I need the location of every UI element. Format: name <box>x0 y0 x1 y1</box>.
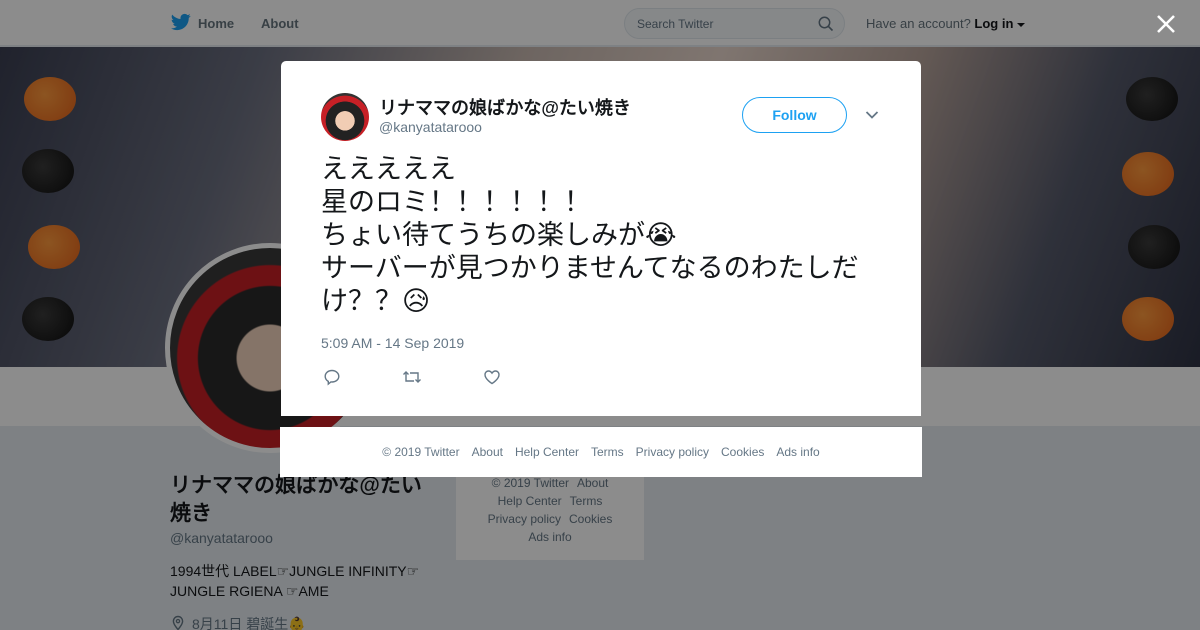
modal-footer: © 2019 Twitter About Help Center Terms P… <box>280 427 922 477</box>
tweet-modal: リナママの娘ばかな@たい焼き @kanyatatarooo Follow えええ… <box>281 61 921 416</box>
tweet-author-handle[interactable]: @kanyatatarooo <box>379 119 482 135</box>
tweet-timestamp[interactable]: 5:09 AM - 14 Sep 2019 <box>321 335 464 351</box>
tweet-author-name[interactable]: リナママの娘ばかな@たい焼き <box>379 94 631 120</box>
reply-icon[interactable] <box>321 366 343 388</box>
like-icon[interactable] <box>481 366 503 388</box>
footer-link[interactable]: Help Center <box>515 445 579 459</box>
chevron-down-icon[interactable] <box>865 107 879 125</box>
footer-link[interactable]: Terms <box>591 445 624 459</box>
tweet-author-avatar[interactable] <box>321 93 369 141</box>
footer-link[interactable]: Cookies <box>721 445 764 459</box>
retweet-icon[interactable] <box>401 366 423 388</box>
close-icon[interactable] <box>1152 10 1180 38</box>
tweet-text: えええええ 星のロミ！！！！！！ ちょい待てうちの楽しみが😭 サーバーが見つかり… <box>321 154 859 316</box>
follow-button[interactable]: Follow <box>742 97 847 133</box>
tweet-actions <box>321 366 503 388</box>
footer-link[interactable]: Privacy policy <box>636 445 709 459</box>
footer-link[interactable]: © 2019 Twitter <box>382 445 459 459</box>
footer-link[interactable]: Ads info <box>776 445 819 459</box>
footer-link[interactable]: About <box>472 445 503 459</box>
